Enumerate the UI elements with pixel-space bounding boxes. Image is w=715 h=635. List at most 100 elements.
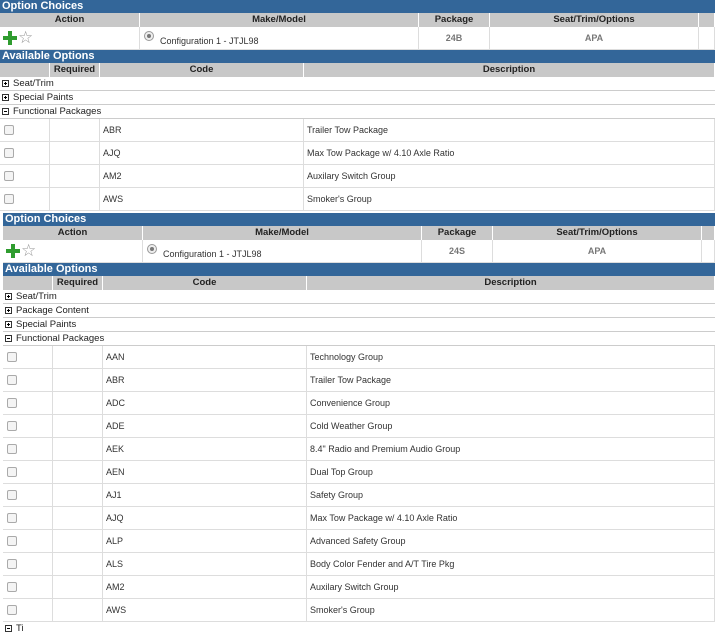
- col-package: Package: [422, 226, 493, 240]
- col-required: Required: [53, 276, 103, 290]
- option-code: AWS: [103, 599, 307, 621]
- option-choices-title: Option Choices: [3, 213, 715, 226]
- option-checkbox[interactable]: [7, 352, 17, 362]
- col-action: Action: [3, 226, 143, 240]
- option-row: ABR Trailer Tow Package: [3, 369, 715, 392]
- option-checkbox[interactable]: [7, 398, 17, 408]
- option-description: Trailer Tow Package: [307, 369, 715, 391]
- available-options-title: Available Options: [3, 263, 715, 276]
- option-code: AEN: [103, 461, 307, 483]
- option-description: 8.4" Radio and Premium Audio Group: [307, 438, 715, 460]
- col-code: Code: [103, 276, 307, 290]
- option-row: ABR Trailer Tow Package: [0, 119, 715, 142]
- section-label: Functional Packages: [16, 333, 105, 344]
- expand-icon[interactable]: [5, 293, 12, 300]
- option-checkbox[interactable]: [4, 194, 14, 204]
- section-functional-packages[interactable]: Functional Packages: [0, 105, 715, 119]
- expand-icon[interactable]: [5, 307, 12, 314]
- option-code: AWS: [100, 188, 304, 210]
- option-checkbox[interactable]: [4, 171, 14, 181]
- option-row: AEK 8.4" Radio and Premium Audio Group: [3, 438, 715, 461]
- make-model-cell: Configuration 1 - JTJL98: [140, 27, 419, 49]
- option-checkbox[interactable]: [7, 375, 17, 385]
- option-row: AM2 Auxilary Switch Group: [0, 165, 715, 188]
- favorite-star-icon[interactable]: ☆: [21, 242, 36, 259]
- collapse-icon[interactable]: [2, 108, 9, 115]
- option-code: AEK: [103, 438, 307, 460]
- option-row: AJ1 Safety Group: [3, 484, 715, 507]
- section-functional-packages[interactable]: Functional Packages: [3, 332, 715, 346]
- option-checkbox[interactable]: [7, 490, 17, 500]
- option-choices-title: Option Choices: [0, 0, 715, 13]
- add-icon[interactable]: [6, 244, 20, 258]
- option-description: Convenience Group: [307, 392, 715, 414]
- col-code: Code: [100, 63, 304, 77]
- option-checkbox[interactable]: [7, 605, 17, 615]
- option-checkbox[interactable]: [7, 467, 17, 477]
- option-checkbox[interactable]: [7, 444, 17, 454]
- section-label: Special Paints: [16, 319, 77, 330]
- option-checkbox[interactable]: [7, 513, 17, 523]
- config-radio[interactable]: [144, 31, 154, 41]
- col-make-model: Make/Model: [143, 226, 422, 240]
- section-special-paints[interactable]: Special Paints: [3, 318, 715, 332]
- option-code: ADC: [103, 392, 307, 414]
- seat-trim-cell: APA: [490, 27, 699, 49]
- section-label: Seat/Trim: [13, 78, 54, 89]
- option-description: Body Color Fender and A/T Tire Pkg: [307, 553, 715, 575]
- add-icon[interactable]: [3, 31, 17, 45]
- section-special-paints[interactable]: Special Paints: [0, 91, 715, 105]
- make-model-cell: Configuration 1 - JTJL98: [143, 240, 422, 262]
- option-code: AJQ: [100, 142, 304, 164]
- favorite-star-icon[interactable]: ☆: [18, 29, 33, 46]
- col-action: Action: [0, 13, 140, 27]
- seat-trim-cell: APA: [493, 240, 702, 262]
- section-seat-trim[interactable]: Seat/Trim: [3, 290, 715, 304]
- section-label: Functional Packages: [13, 106, 102, 117]
- expand-icon[interactable]: [5, 321, 12, 328]
- option-checkbox[interactable]: [7, 421, 17, 431]
- config-row: ☆ Configuration 1 - JTJL98 24S APA: [3, 240, 715, 263]
- option-row: ADE Cold Weather Group: [3, 415, 715, 438]
- expand-icon[interactable]: [2, 94, 9, 101]
- collapse-icon[interactable]: [5, 335, 12, 342]
- available-options-title: Available Options: [0, 50, 715, 63]
- option-code: ALS: [103, 553, 307, 575]
- expand-icon[interactable]: [2, 80, 9, 87]
- option-code: ABR: [103, 369, 307, 391]
- collapse-icon[interactable]: [5, 625, 12, 632]
- option-checkbox[interactable]: [7, 559, 17, 569]
- option-description: Smoker's Group: [304, 188, 715, 210]
- option-checkbox[interactable]: [7, 536, 17, 546]
- col-make-model: Make/Model: [140, 13, 419, 27]
- option-row: AAN Technology Group: [3, 346, 715, 369]
- section-label: Special Paints: [13, 92, 74, 103]
- col-required: Required: [50, 63, 100, 77]
- config-radio[interactable]: [147, 244, 157, 254]
- option-choices-header: Action Make/Model Package Seat/Trim/Opti…: [0, 13, 715, 27]
- config-label: Configuration 1 - JTJL98: [160, 36, 259, 46]
- section-trailing[interactable]: Ti: [3, 622, 715, 635]
- option-checkbox[interactable]: [4, 148, 14, 158]
- option-code: AJQ: [103, 507, 307, 529]
- option-choices-header: Action Make/Model Package Seat/Trim/Opti…: [3, 226, 715, 240]
- option-description: Dual Top Group: [307, 461, 715, 483]
- section-label: Ti: [16, 623, 24, 634]
- available-options-header: Required Code Description: [3, 276, 715, 290]
- option-checkbox[interactable]: [7, 582, 17, 592]
- config-label: Configuration 1 - JTJL98: [163, 249, 262, 259]
- section-seat-trim[interactable]: Seat/Trim: [0, 77, 715, 91]
- option-code: AJ1: [103, 484, 307, 506]
- option-description: Safety Group: [307, 484, 715, 506]
- option-row: AWS Smoker's Group: [3, 599, 715, 622]
- section-package-content[interactable]: Package Content: [3, 304, 715, 318]
- package-cell: 24B: [419, 27, 490, 49]
- section-label: Seat/Trim: [16, 291, 57, 302]
- option-checkbox[interactable]: [4, 125, 14, 135]
- option-row: ALS Body Color Fender and A/T Tire Pkg: [3, 553, 715, 576]
- option-row: AJQ Max Tow Package w/ 4.10 Axle Ratio: [3, 507, 715, 530]
- option-description: Smoker's Group: [307, 599, 715, 621]
- col-package: Package: [419, 13, 490, 27]
- option-row: AEN Dual Top Group: [3, 461, 715, 484]
- col-seat-trim: Seat/Trim/Options: [490, 13, 699, 27]
